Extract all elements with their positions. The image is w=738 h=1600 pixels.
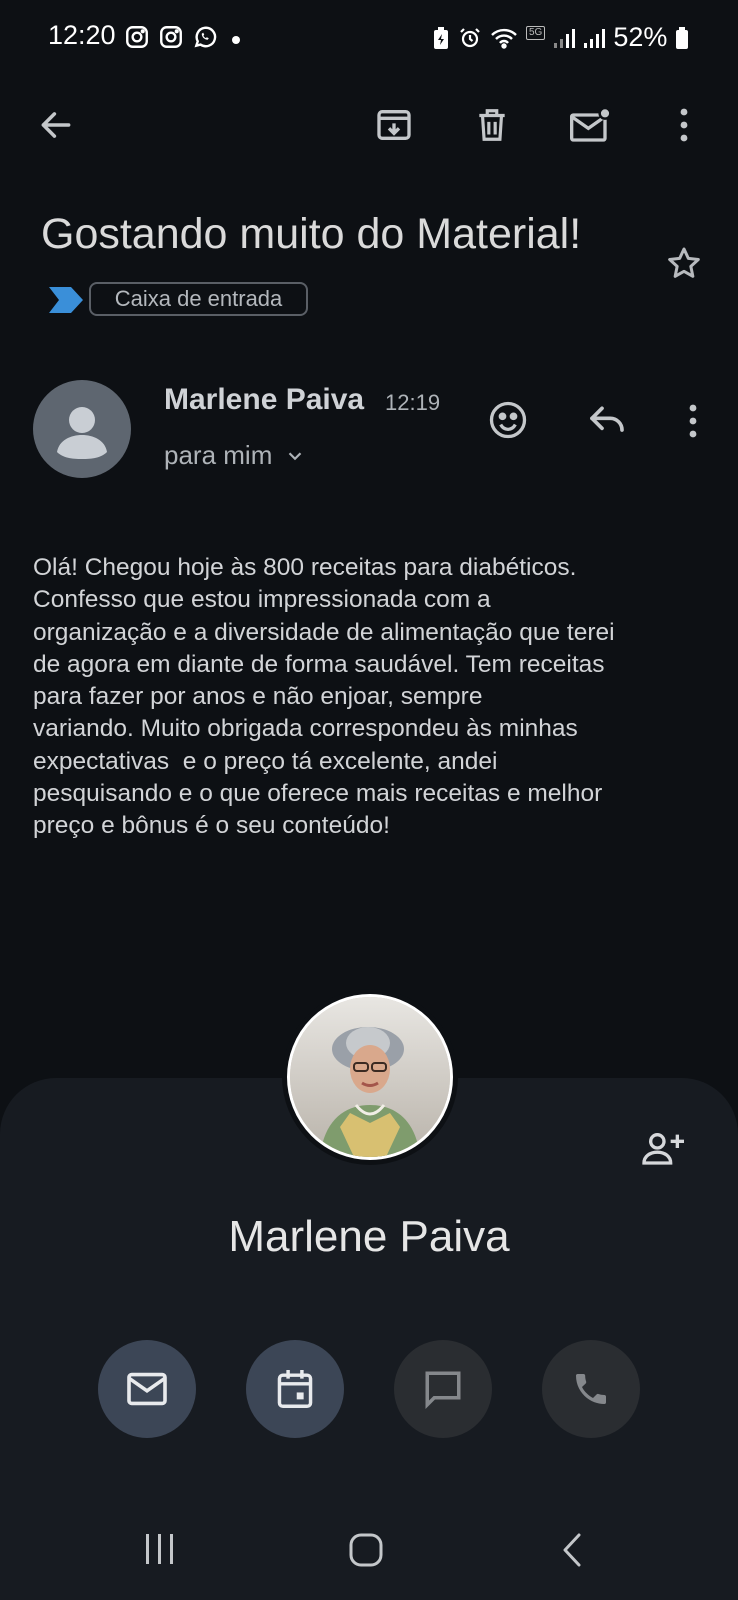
reply-button[interactable] bbox=[586, 400, 628, 440]
calendar-icon bbox=[277, 1370, 313, 1408]
inbox-label-chip[interactable]: Caixa de entrada bbox=[89, 282, 308, 316]
battery-percent: 52% bbox=[613, 22, 668, 52]
mark-unread-button[interactable] bbox=[564, 99, 616, 151]
whatsapp-icon bbox=[192, 24, 218, 50]
wifi-icon bbox=[490, 26, 518, 50]
sender-avatar[interactable] bbox=[33, 380, 131, 478]
message-more-options-button[interactable] bbox=[688, 404, 698, 438]
chevron-left-icon bbox=[563, 1533, 581, 1567]
contact-name: Marlene Paiva bbox=[228, 1212, 510, 1261]
status-bar: 12:20 5G 52% bbox=[0, 0, 738, 78]
schedule-event-button[interactable] bbox=[246, 1340, 344, 1438]
add-reaction-button[interactable] bbox=[486, 398, 530, 442]
email-subject: Gostando muito do Material! bbox=[41, 210, 582, 258]
recent-apps-icon bbox=[146, 1534, 173, 1564]
star-button[interactable] bbox=[664, 244, 704, 284]
phone-icon bbox=[576, 1374, 606, 1404]
archive-button[interactable] bbox=[368, 99, 420, 151]
mail-icon bbox=[127, 1372, 167, 1406]
battery-icon bbox=[675, 26, 689, 50]
delete-button[interactable] bbox=[466, 99, 518, 151]
status-time: 12:20 bbox=[48, 20, 116, 50]
archive-icon bbox=[377, 110, 411, 140]
add-contact-button[interactable] bbox=[640, 1128, 688, 1168]
instagram-icon bbox=[158, 24, 184, 50]
email-body: Olá! Chegou hoje às 800 receitas para di… bbox=[33, 554, 615, 840]
instagram-icon bbox=[124, 24, 150, 50]
recipient-details-toggle[interactable]: para mim bbox=[164, 440, 306, 471]
home-button[interactable] bbox=[348, 1532, 384, 1568]
system-status-icons: 5G 52% bbox=[432, 22, 689, 53]
reply-icon bbox=[590, 406, 624, 432]
sent-time: 12:19 bbox=[385, 390, 441, 415]
sender-name[interactable]: Marlene Paiva bbox=[164, 383, 364, 417]
emoji-icon bbox=[489, 401, 527, 439]
important-marker-icon[interactable] bbox=[49, 285, 83, 315]
more-options-button[interactable] bbox=[658, 99, 710, 151]
recipient-text: para mim bbox=[164, 440, 273, 470]
star-icon bbox=[668, 247, 700, 278]
signal-icon bbox=[583, 27, 606, 49]
delete-icon bbox=[479, 109, 505, 141]
alarm-icon bbox=[458, 26, 482, 50]
system-navigation-bar bbox=[0, 1510, 738, 1600]
notification-icons bbox=[124, 24, 218, 50]
send-message-button[interactable] bbox=[394, 1340, 492, 1438]
send-email-button[interactable] bbox=[98, 1340, 196, 1438]
contact-photo-frame bbox=[282, 989, 458, 1165]
profile-photo-illustration bbox=[290, 997, 450, 1157]
add-person-icon bbox=[642, 1133, 684, 1165]
chevron-down-icon bbox=[289, 451, 302, 460]
contact-photo[interactable] bbox=[287, 994, 453, 1160]
home-icon bbox=[349, 1533, 383, 1567]
signal-icon bbox=[553, 27, 576, 49]
more-vert-icon bbox=[689, 404, 697, 438]
recent-apps-button[interactable] bbox=[142, 1532, 178, 1566]
mark-unread-icon bbox=[570, 106, 612, 142]
back-arrow-icon bbox=[41, 112, 71, 138]
call-button[interactable] bbox=[542, 1340, 640, 1438]
notification-dot bbox=[232, 36, 240, 44]
network-badge: 5G bbox=[526, 25, 546, 40]
back-button[interactable] bbox=[30, 99, 82, 151]
person-icon bbox=[57, 407, 107, 459]
chat-icon bbox=[425, 1371, 461, 1409]
more-vert-icon bbox=[680, 108, 688, 142]
battery-saver-icon bbox=[432, 26, 450, 50]
back-nav-button[interactable] bbox=[560, 1532, 584, 1568]
